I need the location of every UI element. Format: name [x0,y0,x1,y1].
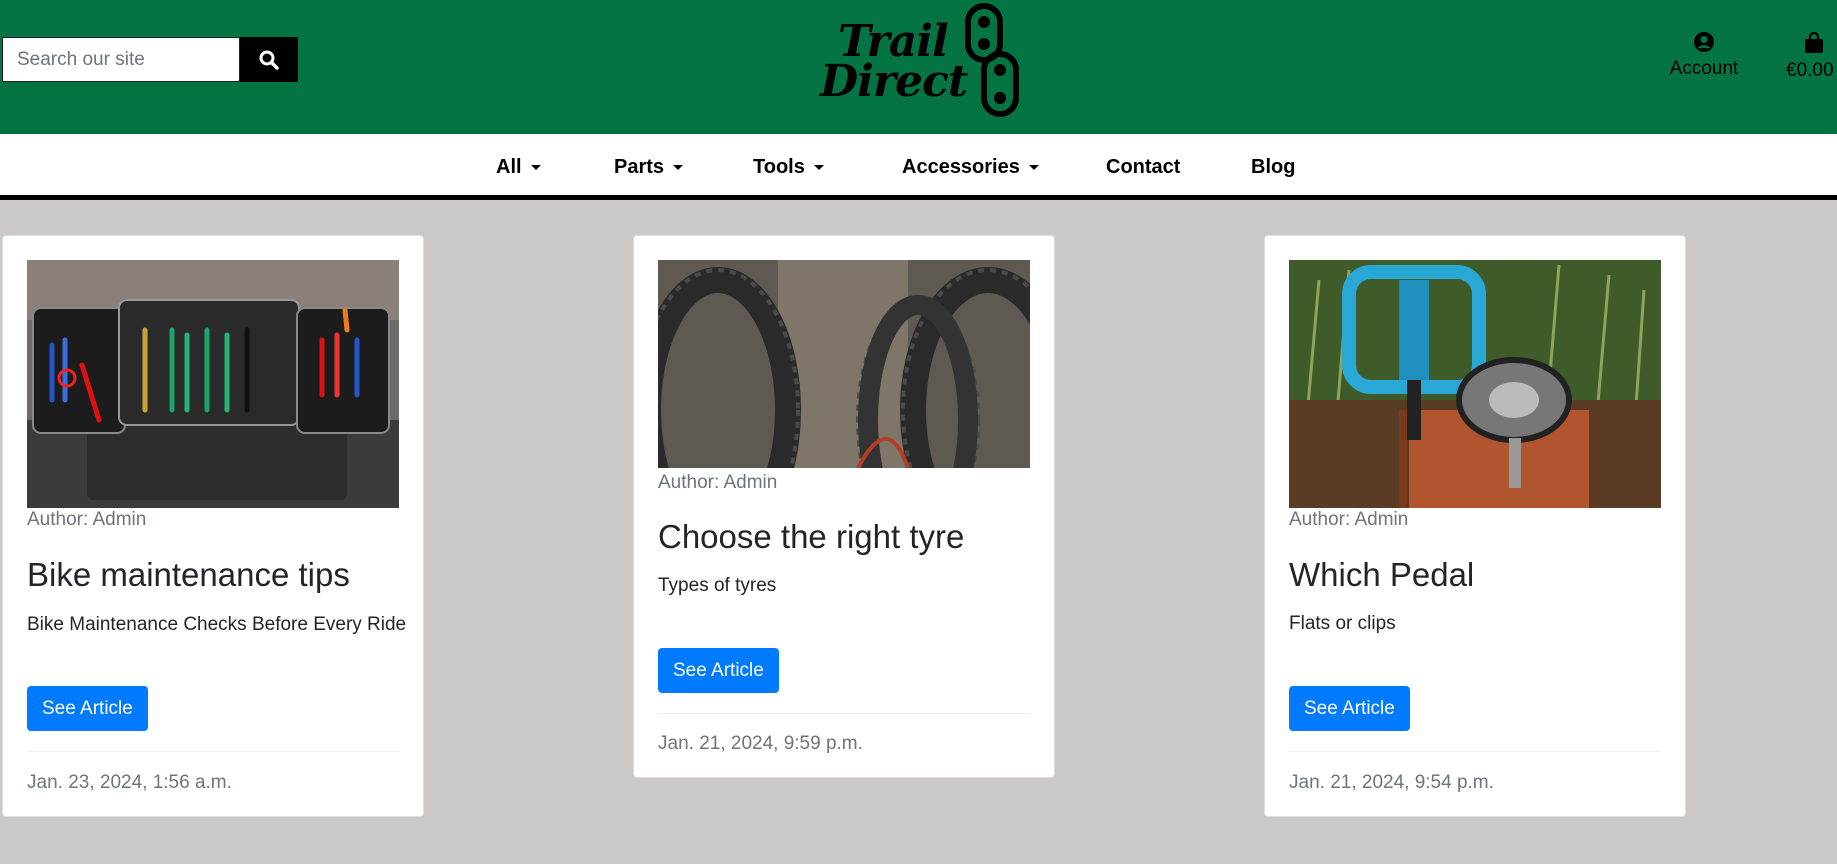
post-image-tool-case[interactable] [27,260,399,508]
nav-all-label: All [496,156,522,178]
blog-card: Author: Admin Bike maintenance tips Bike… [2,235,424,817]
post-description: Types of tyres [658,575,777,596]
nav-tools-dropdown[interactable]: Tools [753,156,824,179]
nav-parts-label: Parts [614,156,665,178]
account-link[interactable]: Account [1664,32,1744,80]
bag-total: €0.00 [1786,60,1834,81]
nav-accessories-dropdown[interactable]: Accessories [902,156,1039,179]
nav-parts-dropdown[interactable]: Parts [614,156,684,179]
see-article-button[interactable]: See Article [1289,686,1410,731]
card-divider [658,713,1030,714]
tool-case-photo [27,260,399,508]
site-logo[interactable]: Trail Direct [818,2,1032,118]
see-article-button[interactable]: See Article [658,648,779,693]
tyres-photo [658,260,1030,468]
caret-down-icon [673,165,684,170]
search-button[interactable] [240,37,298,82]
nav-all-dropdown[interactable]: All [496,156,541,179]
card-divider [27,751,399,752]
blog-card: Author: Admin Choose the right tyre Type… [633,235,1055,778]
nav-blog-label: Blog [1251,156,1296,178]
post-title: Bike maintenance tips [27,556,350,593]
nav-accessories-label: Accessories [902,156,1020,178]
account-label: Account [1669,58,1739,79]
search-form [2,37,298,82]
caret-down-icon [1028,165,1039,170]
blog-card: Author: Admin Which Pedal Flats or clips… [1264,235,1686,817]
nav-contact-link[interactable]: Contact [1106,156,1180,179]
nav-contact-label: Contact [1106,156,1181,178]
logo-line-2: Direct [820,56,968,107]
shopping-bag-link[interactable]: €0.00 [1786,32,1837,82]
site-header: Trail Direct Account €0.00 [0,0,1837,134]
search-icon [259,50,279,70]
user-icon [1694,32,1714,52]
nav-blog-link[interactable]: Blog [1251,156,1295,179]
post-image-tyres[interactable] [658,260,1030,468]
shopping-bag-icon [1805,32,1823,53]
main-nav: All Parts Tools Accessories Contact Blog [0,134,1837,200]
post-description: Flats or clips [1289,613,1396,634]
post-title: Which Pedal [1289,556,1475,593]
post-title: Choose the right tyre [658,518,965,555]
search-input[interactable] [2,37,240,82]
post-description: Bike Maintenance Checks Before Every Rid… [27,614,407,635]
post-date: Jan. 21, 2024, 9:54 p.m. [1289,772,1494,793]
post-author: Author: Admin [27,509,147,530]
post-date: Jan. 21, 2024, 9:59 p.m. [658,733,863,754]
post-image-pedals[interactable] [1289,260,1661,508]
nav-tools-label: Tools [753,156,805,178]
caret-down-icon [813,165,824,170]
post-date: Jan. 23, 2024, 1:56 a.m. [27,772,232,793]
card-divider [1289,751,1661,752]
caret-down-icon [530,165,541,170]
post-author: Author: Admin [1289,509,1409,530]
pedals-photo [1289,260,1661,508]
post-author: Author: Admin [658,472,778,493]
see-article-button[interactable]: See Article [27,686,148,731]
